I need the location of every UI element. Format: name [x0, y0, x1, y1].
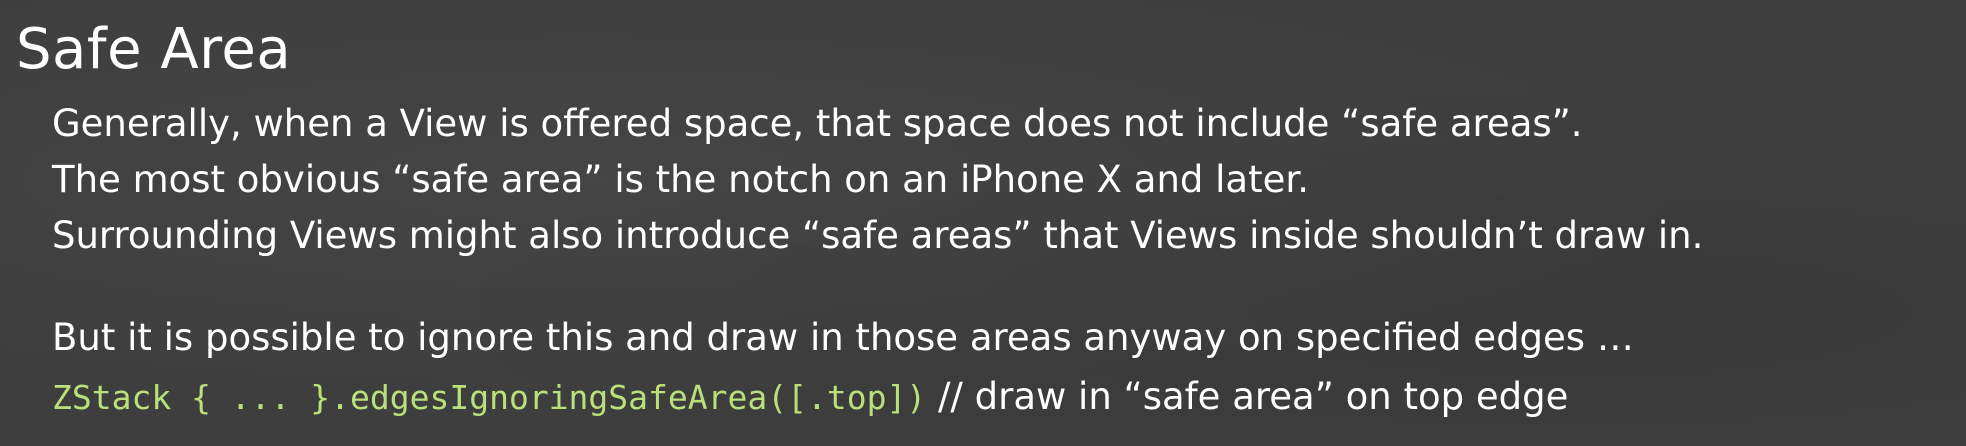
code-comment: // draw in “safe area” on top edge [937, 375, 1569, 418]
note-line: But it is possible to ignore this and dr… [52, 316, 1634, 359]
code-example: ZStack { ... }.edgesIgnoringSafeArea([.t… [52, 366, 1634, 429]
bullet-item: Generally, when a View is offered space,… [52, 102, 1583, 145]
slide: Safe Area Generally, when a View is offe… [0, 0, 1966, 446]
bullet-list: Generally, when a View is offered space,… [52, 96, 1703, 264]
bullet-item: Surrounding Views might also introduce “… [52, 214, 1704, 257]
code-snippet: ZStack { ... }.edgesIgnoringSafeArea([.t… [52, 378, 927, 417]
code-explanation: But it is possible to ignore this and dr… [52, 310, 1634, 429]
slide-title: Safe Area [16, 17, 292, 82]
bullet-item: The most obvious “safe area” is the notc… [52, 158, 1309, 201]
